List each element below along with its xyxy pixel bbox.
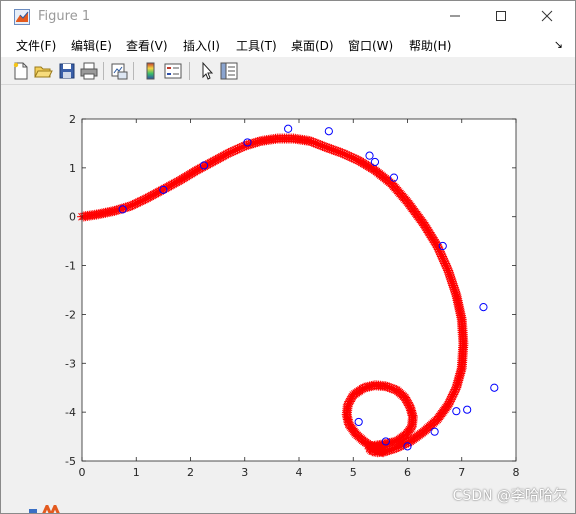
csdn-watermark: CSDN @李哈哈欠 <box>452 488 567 504</box>
menu-view[interactable]: 查看(V) <box>126 37 168 54</box>
insert-colorbar-icon[interactable] <box>141 61 161 81</box>
toolbar-separator <box>189 62 190 80</box>
menu-help[interactable]: 帮助(H) <box>409 37 451 54</box>
menu-tools[interactable]: 工具(T) <box>236 37 277 54</box>
y-tick-label: 2 <box>69 113 76 126</box>
minimize-button[interactable] <box>432 1 478 31</box>
y-tick-label: -2 <box>65 308 76 321</box>
x-tick-label: 6 <box>404 466 411 479</box>
matlab-logo-icon <box>14 9 30 25</box>
menu-edit[interactable]: 编辑(E) <box>71 37 112 54</box>
figure-toolbar <box>1 58 575 85</box>
menu-bar: 文件(F) 编辑(E) 查看(V) 插入(I) 工具(T) 桌面(D) 窗口(W… <box>1 33 575 57</box>
print-icon[interactable] <box>79 61 99 81</box>
x-tick-label: 7 <box>458 466 465 479</box>
y-tick-label: 1 <box>69 162 76 175</box>
menu-desktop[interactable]: 桌面(D) <box>291 37 334 54</box>
x-tick-label: 1 <box>133 466 140 479</box>
x-tick-label: 2 <box>187 466 194 479</box>
menu-window[interactable]: 窗口(W) <box>348 37 393 54</box>
x-tick-label: 4 <box>296 466 303 479</box>
property-inspector-icon[interactable] <box>219 61 239 81</box>
menu-file[interactable]: 文件(F) <box>16 37 56 54</box>
toolbar-separator <box>103 62 104 80</box>
link-plot-icon[interactable] <box>109 61 129 81</box>
maximize-icon <box>496 11 506 21</box>
close-button[interactable] <box>524 1 570 31</box>
window-title: Figure 1 <box>38 9 91 24</box>
minimize-icon <box>450 15 460 17</box>
plot-axes[interactable]: 0 1 2 3 4 5 6 7 8 2 1 0 -1 -2 -3 -4 -5 <box>1 85 575 514</box>
curve-asterisk-marker <box>378 447 389 458</box>
y-tick-label: 0 <box>69 211 76 224</box>
close-icon <box>541 10 553 22</box>
x-tick-label: 8 <box>513 466 520 479</box>
save-icon[interactable] <box>57 61 77 81</box>
x-tick-label: 0 <box>79 466 86 479</box>
figure-window: Figure 1 文件(F) 编辑(E) 查看(V) 插入(I) 工具(T) 桌… <box>0 0 576 514</box>
title-bar[interactable]: Figure 1 <box>1 1 575 33</box>
toolbar-separator <box>133 62 134 80</box>
x-tick-label: 3 <box>241 466 248 479</box>
y-tick-label: -1 <box>65 260 76 273</box>
x-tick-label: 5 <box>350 466 357 479</box>
curve-asterisk-marker <box>376 446 387 457</box>
taskbar-app-icon <box>29 505 60 513</box>
figure-canvas: 0 1 2 3 4 5 6 7 8 2 1 0 -1 -2 -3 -4 -5 CSDN @李哈哈欠 <box>1 85 575 514</box>
edit-plot-arrow-icon[interactable] <box>197 61 217 81</box>
maximize-button[interactable] <box>478 1 524 31</box>
menu-insert[interactable]: 插入(I) <box>183 37 220 54</box>
y-tick-label: -4 <box>65 406 76 419</box>
y-tick-label: -5 <box>65 455 76 468</box>
insert-legend-icon[interactable] <box>163 61 183 81</box>
y-tick-label: -3 <box>65 357 76 370</box>
new-figure-icon[interactable] <box>11 61 31 81</box>
dock-figure-icon[interactable]: ↘ <box>554 38 563 51</box>
open-file-icon[interactable] <box>33 61 53 81</box>
